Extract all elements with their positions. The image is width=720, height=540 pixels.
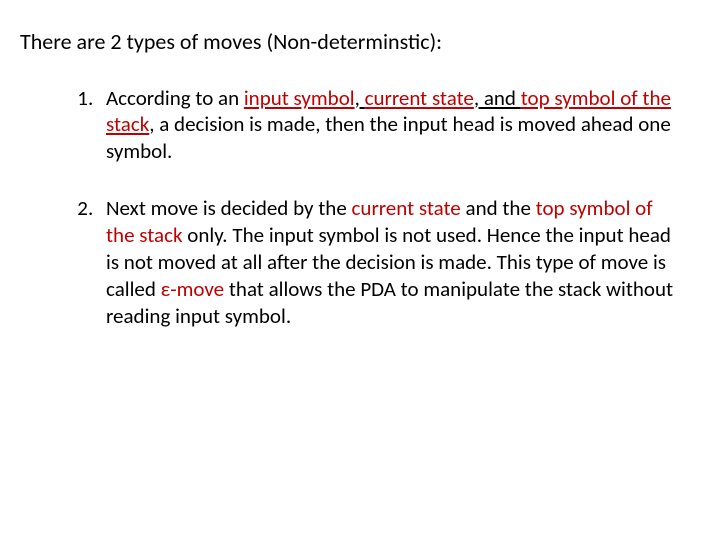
text: ,	[355, 85, 365, 111]
highlight-text: current state	[352, 195, 461, 221]
text: and the	[461, 195, 536, 221]
text: , and	[474, 85, 521, 111]
move-types-list: According to an input symbol, current st…	[20, 85, 680, 330]
highlight-text: ε-move	[161, 276, 224, 302]
highlight-text: input symbol	[244, 85, 355, 111]
text: Next move is decided by the	[106, 195, 352, 221]
highlight-text: current state	[365, 85, 474, 111]
text: According to an	[106, 85, 244, 111]
slide: There are 2 types of moves (Non-determin…	[0, 0, 720, 540]
list-item: Next move is decided by the current stat…	[98, 195, 680, 329]
slide-title: There are 2 types of moves (Non-determin…	[20, 28, 680, 57]
list-item: According to an input symbol, current st…	[98, 85, 680, 166]
text: , a decision is made, then the input hea…	[106, 111, 671, 164]
